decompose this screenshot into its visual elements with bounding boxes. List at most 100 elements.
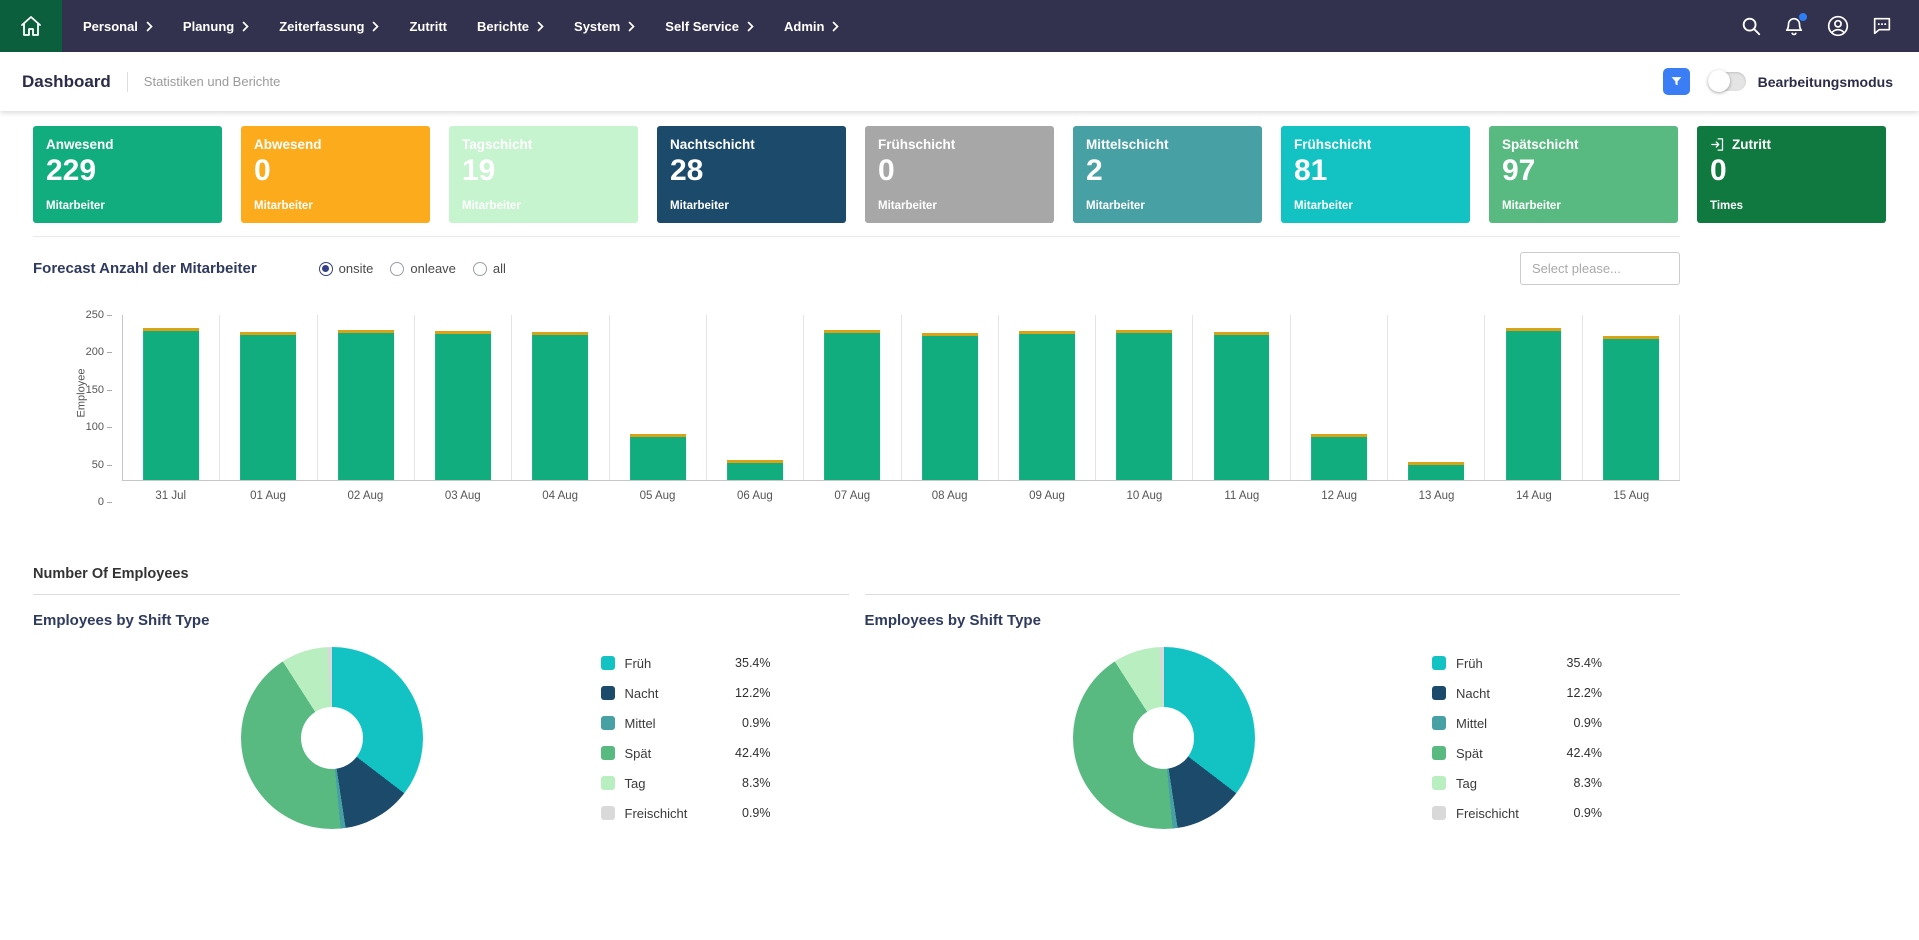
nav-item-self-service[interactable]: Self Service — [650, 0, 769, 52]
legend-item: Früh 35.4% — [600, 648, 771, 678]
bar-12-aug — [1310, 433, 1367, 480]
legend-swatch — [1432, 716, 1446, 730]
x-tick-label: 12 Aug — [1321, 490, 1358, 502]
x-tick-label: 10 Aug — [1126, 490, 1163, 502]
kpi-value: 2 — [1086, 154, 1103, 187]
top-navbar: Personal Planung Zeiterfassung Zutritt Beric… — [0, 0, 1919, 52]
home-button[interactable] — [0, 0, 62, 52]
legend-item: Tag 8.3% — [1432, 768, 1602, 798]
legend-label: Spät — [1456, 745, 1483, 761]
donut-hole — [1132, 707, 1195, 769]
nav-item-system[interactable]: System — [559, 0, 650, 52]
legend-swatch — [600, 806, 615, 820]
legend-label: Nacht — [624, 685, 659, 701]
nav-item-label: Zutritt — [409, 18, 447, 34]
legend-item: Tag 8.3% — [600, 768, 771, 798]
legend-item: Freischicht 0.9% — [600, 798, 771, 828]
legend-item: Mittel 0.9% — [1432, 708, 1602, 738]
nav-item-label: Planung — [182, 18, 235, 34]
zutritt-icon — [1711, 138, 1724, 151]
nav-item-berichte[interactable]: Berichte — [462, 0, 559, 52]
x-tick-label: 07 Aug — [834, 490, 871, 502]
radio-onsite[interactable]: onsite — [318, 261, 374, 276]
forecast-select[interactable]: Select please... — [1520, 252, 1680, 285]
radio-all[interactable]: all — [472, 261, 506, 276]
y-tick-label: 50 — [91, 458, 113, 471]
bar-cell — [512, 315, 610, 480]
kpi-unit: Mitarbeiter — [670, 200, 729, 212]
bar-11-aug — [1213, 332, 1270, 480]
kpi-label: Tagschicht — [462, 137, 533, 152]
nav-item-personal[interactable]: Personal — [68, 0, 168, 52]
employees-section-heading: Number Of Employees — [33, 566, 189, 582]
bar-05-aug — [629, 433, 686, 480]
bar-07-aug — [824, 329, 881, 480]
legend-label: Früh — [624, 655, 652, 671]
legend-swatch — [1432, 656, 1446, 670]
chat-icon[interactable] — [1871, 15, 1893, 37]
chevron-right-icon — [373, 21, 380, 31]
nav-item-admin[interactable]: Admin — [769, 0, 854, 52]
donut-body: Früh 35.4% Nacht 12.2% Mittel 0.9% Spät 42.4% Ta… — [33, 647, 849, 829]
kpi-card-2: Tagschicht 19 Mitarbeiter — [449, 126, 638, 223]
account-icon[interactable] — [1826, 14, 1850, 38]
kpi-value: 19 — [462, 154, 496, 187]
notifications-icon[interactable] — [1783, 12, 1808, 37]
filter-icon — [1671, 77, 1682, 86]
kpi-card-8: Zutritt 0 Times — [1697, 126, 1886, 223]
kpi-label: Frühschicht — [878, 137, 956, 152]
bar-14-aug — [1505, 328, 1562, 480]
page-title: Dashboard — [22, 71, 111, 91]
forecast-bar-chart: Employee 0 50 100 150 200 250 31 Jul 01 Aug 02 … — [33, 309, 1680, 508]
legend-label: Freischicht — [624, 805, 688, 821]
legend-item: Spät 42.4% — [600, 738, 771, 768]
breadcrumb: Statistiken und Berichte — [143, 74, 281, 89]
nav-item-label: Personal — [83, 18, 138, 34]
y-tick-label: 0 — [97, 496, 113, 508]
main-nav: Personal Planung Zeiterfassung Zutritt Beric… — [68, 0, 854, 52]
kpi-unit: Mitarbeiter — [1502, 200, 1561, 212]
legend-swatch — [600, 686, 615, 700]
donut-chart — [241, 647, 423, 829]
forecast-header: Forecast Anzahl der Mitarbeiter onsite on… — [33, 252, 1680, 285]
kpi-cards-row: Anwesend 229 Mitarbeiter Abwesend 0 Mitarbeit… — [33, 126, 1886, 223]
x-tick-label: 11 Aug — [1224, 490, 1260, 502]
chart-x-axis: 31 Jul 01 Aug 02 Aug 03 Aug 04 Aug 05 Aug 06 A… — [122, 490, 1680, 502]
edit-mode-toggle[interactable] — [1707, 70, 1746, 92]
donut-title: Employees by Shift Type — [864, 612, 1041, 629]
y-tick-label: 100 — [85, 421, 113, 434]
donut-charts-row: Employees by Shift Type Früh 35.4% Nacht 12.… — [33, 594, 1680, 829]
legend-pct: 0.9% — [742, 806, 771, 820]
legend-item: Mittel 0.9% — [600, 708, 771, 738]
bar-cell — [902, 315, 999, 480]
nav-item-zutritt[interactable]: Zutritt — [394, 0, 462, 52]
x-tick-label: 01 Aug — [250, 490, 286, 502]
chevron-right-icon — [242, 21, 249, 31]
legend-pct: 8.3% — [1573, 776, 1603, 790]
kpi-unit: Times — [1710, 200, 1744, 212]
chart-plot-area: 0 50 100 150 200 250 31 Jul 01 Aug 02 Aug 03 Aug… — [86, 309, 1680, 508]
legend-swatch — [1432, 686, 1446, 700]
radio-onleave[interactable]: onleave — [390, 261, 456, 276]
radio-label: all — [492, 261, 506, 276]
x-tick-label: 06 Aug — [737, 490, 773, 502]
nav-item-planung[interactable]: Planung — [168, 0, 264, 52]
search-icon[interactable] — [1740, 15, 1762, 37]
kpi-card-header: Mittelschicht — [1086, 137, 1249, 152]
bar-08-aug — [921, 333, 978, 480]
nav-item-zeiterfassung[interactable]: Zeiterfassung — [264, 0, 394, 52]
kpi-card-0: Anwesend 229 Mitarbeiter — [33, 126, 222, 223]
chart-plot — [122, 315, 1680, 481]
bar-cell — [999, 315, 1097, 480]
legend-swatch — [1432, 746, 1446, 760]
donut-body: Früh 35.4% Nacht 12.2% Mittel 0.9% Spät 42.4% Ta… — [865, 647, 1681, 829]
radio-label: onsite — [338, 261, 374, 276]
x-tick-label: 09 Aug — [1029, 490, 1065, 502]
kpi-value: 0 — [1710, 154, 1727, 187]
radio-label: onleave — [410, 261, 456, 276]
y-tick-label: 250 — [85, 309, 113, 321]
filter-button[interactable] — [1662, 68, 1690, 95]
radio-button-icon — [318, 261, 333, 276]
donut-legend: Früh 35.4% Nacht 12.2% Mittel 0.9% Spät 42.4% Ta… — [1432, 648, 1602, 828]
kpi-card-1: Abwesend 0 Mitarbeiter — [241, 126, 430, 223]
